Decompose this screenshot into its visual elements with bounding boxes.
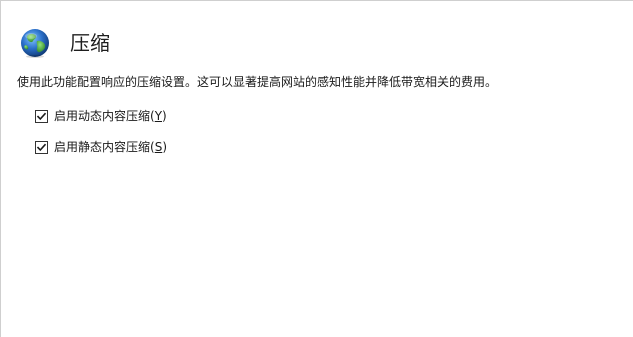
feature-header xyxy=(19,25,51,61)
checkmark-icon xyxy=(36,112,47,120)
enable-static-compression-option[interactable]: 启用静态内容压缩(S) xyxy=(35,139,167,155)
enable-dynamic-compression-option[interactable]: 启用动态内容压缩(Y) xyxy=(35,108,167,124)
page-description: 使用此功能配置响应的压缩设置。这可以显著提高网站的感知性能并降低带宽相关的费用。 xyxy=(17,75,498,89)
checkmark-icon xyxy=(36,143,47,151)
enable-dynamic-compression-checkbox[interactable] xyxy=(35,109,48,123)
enable-dynamic-compression-label: 启用动态内容压缩(Y) xyxy=(54,108,167,124)
label-suffix: ) xyxy=(162,109,167,123)
label-text: 启用静态内容压缩( xyxy=(54,140,155,154)
enable-static-compression-label: 启用静态内容压缩(S) xyxy=(54,139,167,155)
accelerator-key: Y xyxy=(154,109,163,123)
label-text: 启用动态内容压缩( xyxy=(54,109,155,123)
globe-icon xyxy=(19,27,51,59)
enable-static-compression-checkbox[interactable] xyxy=(35,140,48,154)
page-title: 压缩 xyxy=(70,31,110,55)
compression-feature-panel: 压缩 使用此功能配置响应的压缩设置。这可以显著提高网站的感知性能并降低带宽相关的… xyxy=(0,0,633,337)
label-suffix: ) xyxy=(162,140,167,154)
